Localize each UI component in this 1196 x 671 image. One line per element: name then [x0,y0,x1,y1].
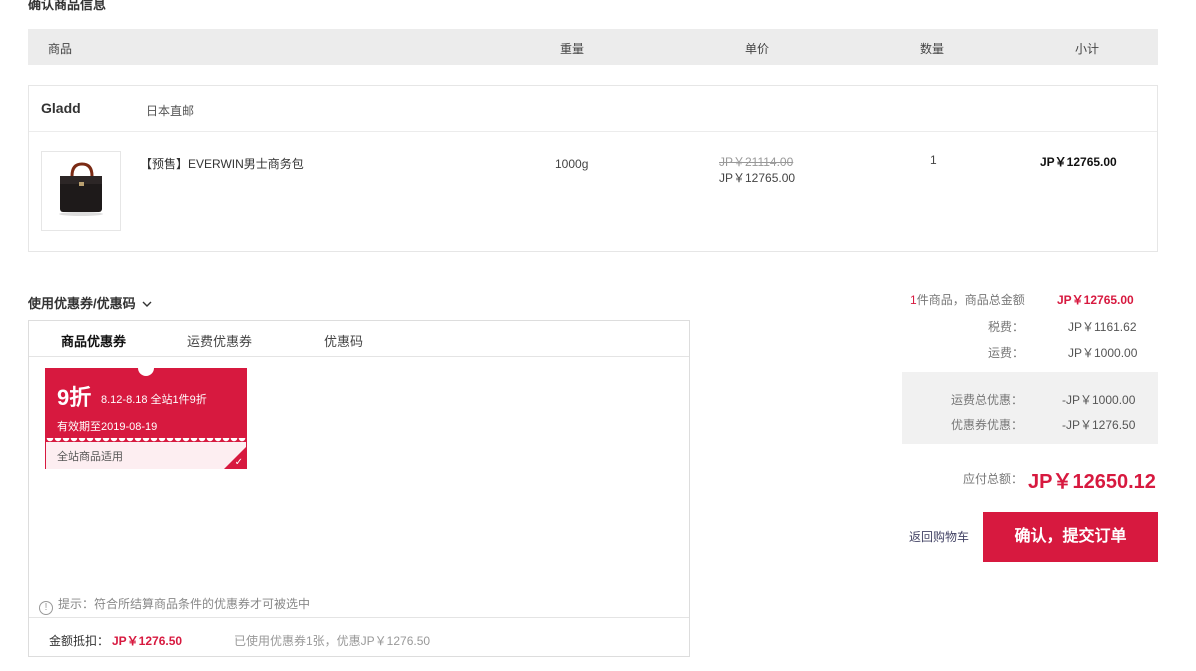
deduction-bar: 金额抵扣： JP￥1276.50 已使用优惠券1张，优惠JP￥1276.50 [29,617,689,657]
coupon-tabs: 商品优惠券 运费优惠券 优惠码 [29,321,689,357]
tab-shipping-coupon[interactable]: 运费优惠券 [187,331,252,350]
product-original-price: JP￥21114.00 [719,155,794,169]
coupon-tip-text: 提示：符合所结算商品条件的优惠券才可被选中 [58,597,311,611]
tax-label: 税费： [988,320,1025,334]
product-thumbnail[interactable] [41,151,121,231]
summary-items-label: 1件商品，商品总金额 [910,291,1025,308]
product-quantity: 1 [930,153,937,167]
shop-tag: 日本直邮 [146,104,195,118]
product-weight: 1000g [555,157,589,171]
coupon-notch [138,368,154,376]
coupon-card-top: 9折 8.12-8.18 全站1件9折 有效期至2019-08-19 [46,368,246,442]
shipping-discount-value: -JP￥1000.00 [1062,393,1136,407]
coupon-discount: 9折 [57,385,92,410]
items-label-text: 件商品，商品总金额 [916,293,1025,307]
shop-order-box: Gladd 日本直邮 【预售】EVERWIN男士商务包 1000g JP￥211… [28,85,1158,252]
col-weight: 重量 [560,42,585,56]
coupon-card-bottom: 全站商品适用 ✓ [46,442,246,469]
bag-icon [59,162,103,216]
deduction-label: 金额抵扣： [49,634,110,648]
coupon-card[interactable]: 9折 8.12-8.18 全站1件9折 有效期至2019-08-19 全站商品适… [45,368,247,469]
items-count: 1 [910,293,917,307]
section-title: 确认商品信息 [28,0,107,12]
coupon-panel: 商品优惠券 运费优惠券 优惠码 9折 8.12-8.18 全站1件9折 有效期至… [28,320,690,657]
product-name[interactable]: 【预售】EVERWIN男士商务包 [140,155,304,172]
back-to-cart-link[interactable]: 返回购物车 [909,528,969,545]
info-icon: ! [39,601,53,615]
tab-promo-code[interactable]: 优惠码 [324,331,363,350]
check-icon: ✓ [234,457,243,468]
chevron-down-icon [142,296,152,311]
payable-label: 应付总额： [963,472,1024,486]
coupon-discount-value: -JP￥1276.50 [1062,418,1136,432]
col-subtotal: 小计 [1075,42,1100,56]
shop-header: Gladd 日本直邮 [29,86,1157,132]
deduction-amount: JP￥1276.50 [112,634,183,648]
shipping-label: 运费： [988,346,1025,360]
col-product: 商品 [48,42,73,56]
summary-items-total: JP￥12765.00 [1057,293,1134,307]
col-unit-price: 单价 [745,42,770,56]
tax-value: JP￥1161.62 [1068,320,1137,334]
submit-order-button[interactable]: 确认，提交订单 [983,512,1158,562]
shipping-discount-label: 运费总优惠： [951,393,1024,407]
tab-product-coupon[interactable]: 商品优惠券 [61,331,126,350]
coupon-discount-label: 优惠券优惠： [951,418,1024,432]
product-subtotal: JP￥12765.00 [1040,155,1117,169]
coupon-validity: 有效期至2019-08-19 [57,421,158,433]
coupon-tip: ! 提示：符合所结算商品条件的优惠券才可被选中 [39,595,310,615]
payable-total: JP￥12650.12 [1028,471,1156,493]
coupon-toggle-label: 使用优惠券/优惠码 [28,296,136,311]
deduction-note: 已使用优惠券1张，优惠JP￥1276.50 [234,634,431,648]
coupon-toggle[interactable]: 使用优惠券/优惠码 [28,293,152,312]
coupon-scope: 全站商品适用 [57,451,123,463]
table-header: 商品 重量 单价 数量 小计 [28,29,1158,65]
product-price: JP￥12765.00 [719,171,796,185]
shipping-value: JP￥1000.00 [1068,346,1138,360]
col-quantity: 数量 [920,42,945,56]
discount-summary-box: 运费总优惠： -JP￥1000.00 优惠券优惠： -JP￥1276.50 [902,372,1158,444]
coupon-description: 8.12-8.18 全站1件9折 [101,394,207,406]
shop-name[interactable]: Gladd [41,100,81,116]
